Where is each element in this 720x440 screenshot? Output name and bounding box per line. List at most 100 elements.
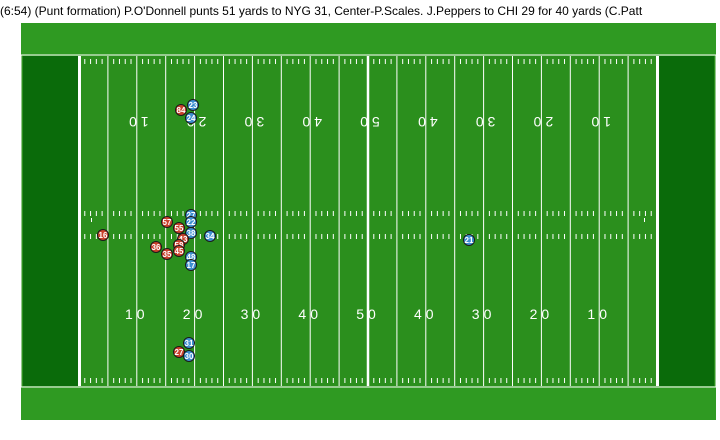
hash-mark bbox=[118, 378, 120, 383]
hash-mark bbox=[332, 211, 334, 216]
hash-mark bbox=[292, 378, 294, 383]
yard-number-top: 40 bbox=[414, 114, 438, 130]
hash-mark bbox=[124, 234, 126, 239]
hash-mark bbox=[176, 59, 178, 64]
hash-mark bbox=[263, 59, 265, 64]
hash-mark bbox=[621, 234, 623, 239]
hash-mark bbox=[240, 378, 242, 383]
player-marker: 36 bbox=[150, 241, 162, 253]
hash-mark bbox=[205, 211, 207, 216]
hash-mark bbox=[205, 59, 207, 64]
hash-mark bbox=[592, 211, 594, 216]
hash-mark bbox=[431, 234, 433, 239]
hash-mark bbox=[477, 59, 479, 64]
hash-mark bbox=[170, 378, 172, 383]
yard-line bbox=[425, 56, 427, 386]
hash-mark bbox=[633, 211, 635, 216]
hash-mark bbox=[147, 211, 149, 216]
hash-mark bbox=[465, 211, 467, 216]
hash-mark bbox=[523, 234, 525, 239]
hash-mark bbox=[257, 378, 259, 383]
hash-mark bbox=[616, 211, 618, 216]
hash-mark bbox=[159, 378, 161, 383]
hash-mark bbox=[494, 234, 496, 239]
hash-mark bbox=[523, 378, 525, 383]
bottom-sideline bbox=[21, 386, 716, 420]
hash-mark bbox=[315, 234, 317, 239]
hash-mark bbox=[153, 378, 155, 383]
hash-mark bbox=[610, 59, 612, 64]
hash-mark bbox=[234, 59, 236, 64]
hash-mark bbox=[610, 378, 612, 383]
hash-mark bbox=[159, 59, 161, 64]
hash-mark bbox=[199, 59, 201, 64]
hash-mark bbox=[459, 59, 461, 64]
hash-mark bbox=[650, 234, 652, 239]
hash-mark bbox=[269, 378, 271, 383]
hash-mark bbox=[90, 59, 92, 64]
hash-mark bbox=[616, 378, 618, 383]
yard-line bbox=[366, 56, 370, 386]
hash-mark bbox=[407, 234, 409, 239]
hash-mark bbox=[101, 378, 103, 383]
hash-mark bbox=[529, 59, 531, 64]
hash-mark bbox=[459, 211, 461, 216]
hash-mark bbox=[176, 378, 178, 383]
hash-mark bbox=[546, 234, 548, 239]
hash-mark bbox=[419, 211, 421, 216]
pat-mark bbox=[644, 218, 645, 222]
hash-mark bbox=[575, 59, 577, 64]
hash-mark bbox=[321, 234, 323, 239]
hash-mark bbox=[228, 211, 230, 216]
hash-mark bbox=[153, 59, 155, 64]
yard-number-top: 40 bbox=[298, 114, 322, 130]
football-field: 102030405040302010102030405040302010 842… bbox=[21, 23, 716, 420]
hash-mark bbox=[564, 59, 566, 64]
hash-mark bbox=[350, 211, 352, 216]
hash-mark bbox=[286, 211, 288, 216]
hash-mark bbox=[448, 59, 450, 64]
hash-mark bbox=[321, 211, 323, 216]
hash-mark bbox=[384, 59, 386, 64]
yard-line bbox=[627, 56, 629, 386]
hash-mark bbox=[506, 59, 508, 64]
hash-mark bbox=[355, 211, 357, 216]
hash-mark bbox=[442, 234, 444, 239]
yard-number-bottom: 20 bbox=[530, 306, 554, 322]
hash-mark bbox=[147, 234, 149, 239]
hash-mark bbox=[275, 234, 277, 239]
hash-mark bbox=[402, 211, 404, 216]
hash-mark bbox=[205, 378, 207, 383]
hash-mark bbox=[558, 378, 560, 383]
hash-mark bbox=[130, 378, 132, 383]
hash-mark bbox=[269, 59, 271, 64]
hash-mark bbox=[303, 211, 305, 216]
hash-mark bbox=[303, 59, 305, 64]
yard-line bbox=[454, 56, 456, 386]
yard-number-bottom: 30 bbox=[241, 306, 265, 322]
yard-line bbox=[309, 56, 311, 386]
hash-mark bbox=[529, 378, 531, 383]
hash-mark bbox=[234, 378, 236, 383]
hash-mark bbox=[459, 378, 461, 383]
hash-mark bbox=[517, 211, 519, 216]
hash-mark bbox=[176, 211, 178, 216]
yard-line bbox=[251, 56, 253, 386]
hash-mark bbox=[130, 59, 132, 64]
hash-mark bbox=[535, 234, 537, 239]
hash-mark bbox=[101, 211, 103, 216]
hash-mark bbox=[587, 211, 589, 216]
hash-mark bbox=[228, 378, 230, 383]
hash-mark bbox=[407, 211, 409, 216]
hash-mark bbox=[182, 211, 184, 216]
hash-mark bbox=[650, 378, 652, 383]
hash-mark bbox=[95, 211, 97, 216]
hash-mark bbox=[639, 59, 641, 64]
hash-mark bbox=[90, 211, 92, 216]
hash-mark bbox=[292, 234, 294, 239]
hash-mark bbox=[130, 234, 132, 239]
player-marker: 30 bbox=[183, 350, 195, 362]
hash-mark bbox=[90, 378, 92, 383]
hash-mark bbox=[494, 211, 496, 216]
hash-mark bbox=[471, 211, 473, 216]
